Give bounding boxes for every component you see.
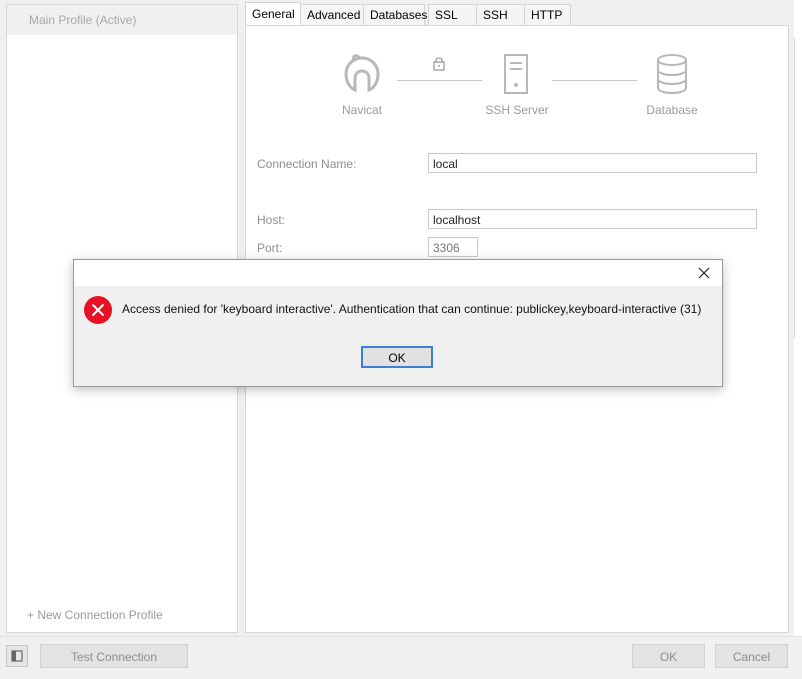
tab-databases[interactable]: Databases bbox=[363, 4, 427, 25]
dialog-ok-button[interactable]: OK bbox=[361, 346, 433, 368]
port-label: Port: bbox=[257, 241, 283, 255]
new-connection-profile-link[interactable]: + New Connection Profile bbox=[27, 608, 163, 622]
dialog-titlebar bbox=[74, 260, 722, 286]
connector-line bbox=[552, 80, 637, 81]
cancel-button[interactable]: Cancel bbox=[715, 644, 788, 668]
error-message: Access denied for 'keyboard interactive'… bbox=[122, 302, 702, 316]
navicat-icon bbox=[344, 54, 380, 93]
navicat-label: Navicat bbox=[341, 103, 382, 117]
ssh-server-icon bbox=[504, 54, 528, 94]
lock-icon bbox=[433, 57, 445, 71]
connection-name-input[interactable]: local bbox=[428, 153, 757, 173]
tab-http[interactable]: HTTP bbox=[524, 4, 571, 25]
host-input[interactable]: localhost bbox=[428, 209, 757, 229]
profile-item-main[interactable]: Main Profile (Active) bbox=[7, 5, 237, 35]
port-input[interactable]: 3306 bbox=[428, 237, 478, 257]
bottom-bar: Test Connection OK Cancel bbox=[0, 636, 802, 679]
database-label: Database bbox=[646, 103, 698, 117]
background-window-edge bbox=[794, 0, 802, 640]
tab-ssl[interactable]: SSL bbox=[428, 4, 477, 25]
tab-ssh[interactable]: SSH bbox=[476, 4, 529, 25]
test-connection-button[interactable]: Test Connection bbox=[40, 644, 188, 668]
connector-line bbox=[397, 80, 482, 81]
ssh-server-label: SSH Server bbox=[485, 103, 549, 117]
error-icon bbox=[84, 296, 112, 324]
close-icon[interactable] bbox=[696, 265, 712, 281]
connection-settings-button[interactable] bbox=[6, 645, 28, 667]
ok-button[interactable]: OK bbox=[632, 644, 705, 668]
connection-name-label: Connection Name: bbox=[257, 157, 357, 171]
tab-general[interactable]: General bbox=[245, 2, 301, 25]
tab-advanced[interactable]: Advanced bbox=[300, 4, 364, 25]
panel-icon bbox=[11, 650, 23, 662]
dialog-body: Access denied for 'keyboard interactive'… bbox=[74, 286, 722, 386]
database-icon bbox=[657, 54, 687, 95]
error-dialog: Access denied for 'keyboard interactive'… bbox=[73, 259, 723, 387]
host-label: Host: bbox=[257, 213, 286, 227]
